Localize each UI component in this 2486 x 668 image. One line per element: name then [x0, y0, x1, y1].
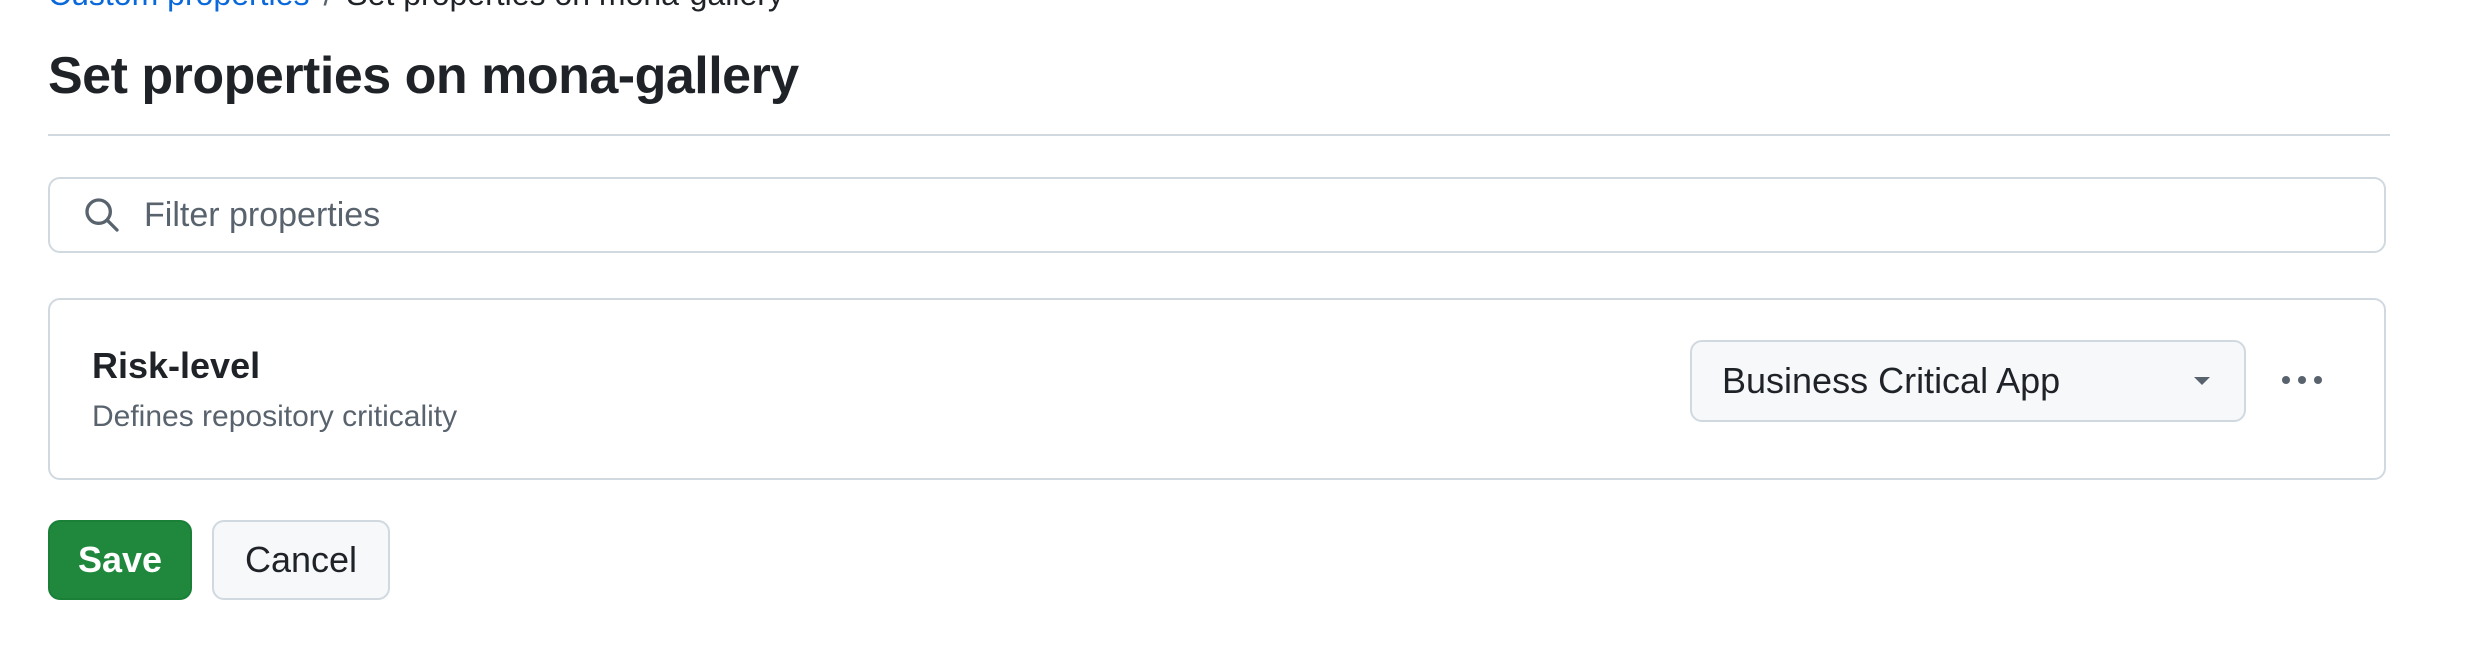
property-options-button[interactable] [2270, 350, 2334, 414]
page: Custom properties / Set properties on mona… [0, 0, 2486, 668]
property-description: Defines repository criticality [92, 400, 458, 433]
filter-properties-field[interactable] [48, 177, 2386, 253]
filter-properties-input[interactable] [142, 194, 2346, 236]
triangle-down-icon [2190, 369, 2214, 393]
save-button[interactable]: Save [48, 520, 192, 600]
header-divider [48, 134, 2390, 136]
breadcrumb: Custom properties / Set properties on mona… [48, 0, 784, 10]
property-value-selected: Business Critical App [1722, 360, 2061, 401]
search-icon [82, 195, 122, 235]
breadcrumb-link-custom-properties[interactable]: Custom properties [48, 0, 309, 12]
cancel-button[interactable]: Cancel [212, 520, 390, 600]
breadcrumb-current: Set properties on mona-gallery [346, 0, 784, 12]
property-name: Risk-level [92, 345, 261, 386]
page-title: Set properties on mona-gallery [48, 47, 799, 105]
kebab-horizontal-icon [2278, 372, 2326, 393]
property-value-select[interactable]: Business Critical App [1690, 340, 2246, 422]
breadcrumb-separator: / [323, 0, 332, 12]
property-row-risk-level: Risk-level Defines repository criticalit… [48, 298, 2386, 480]
